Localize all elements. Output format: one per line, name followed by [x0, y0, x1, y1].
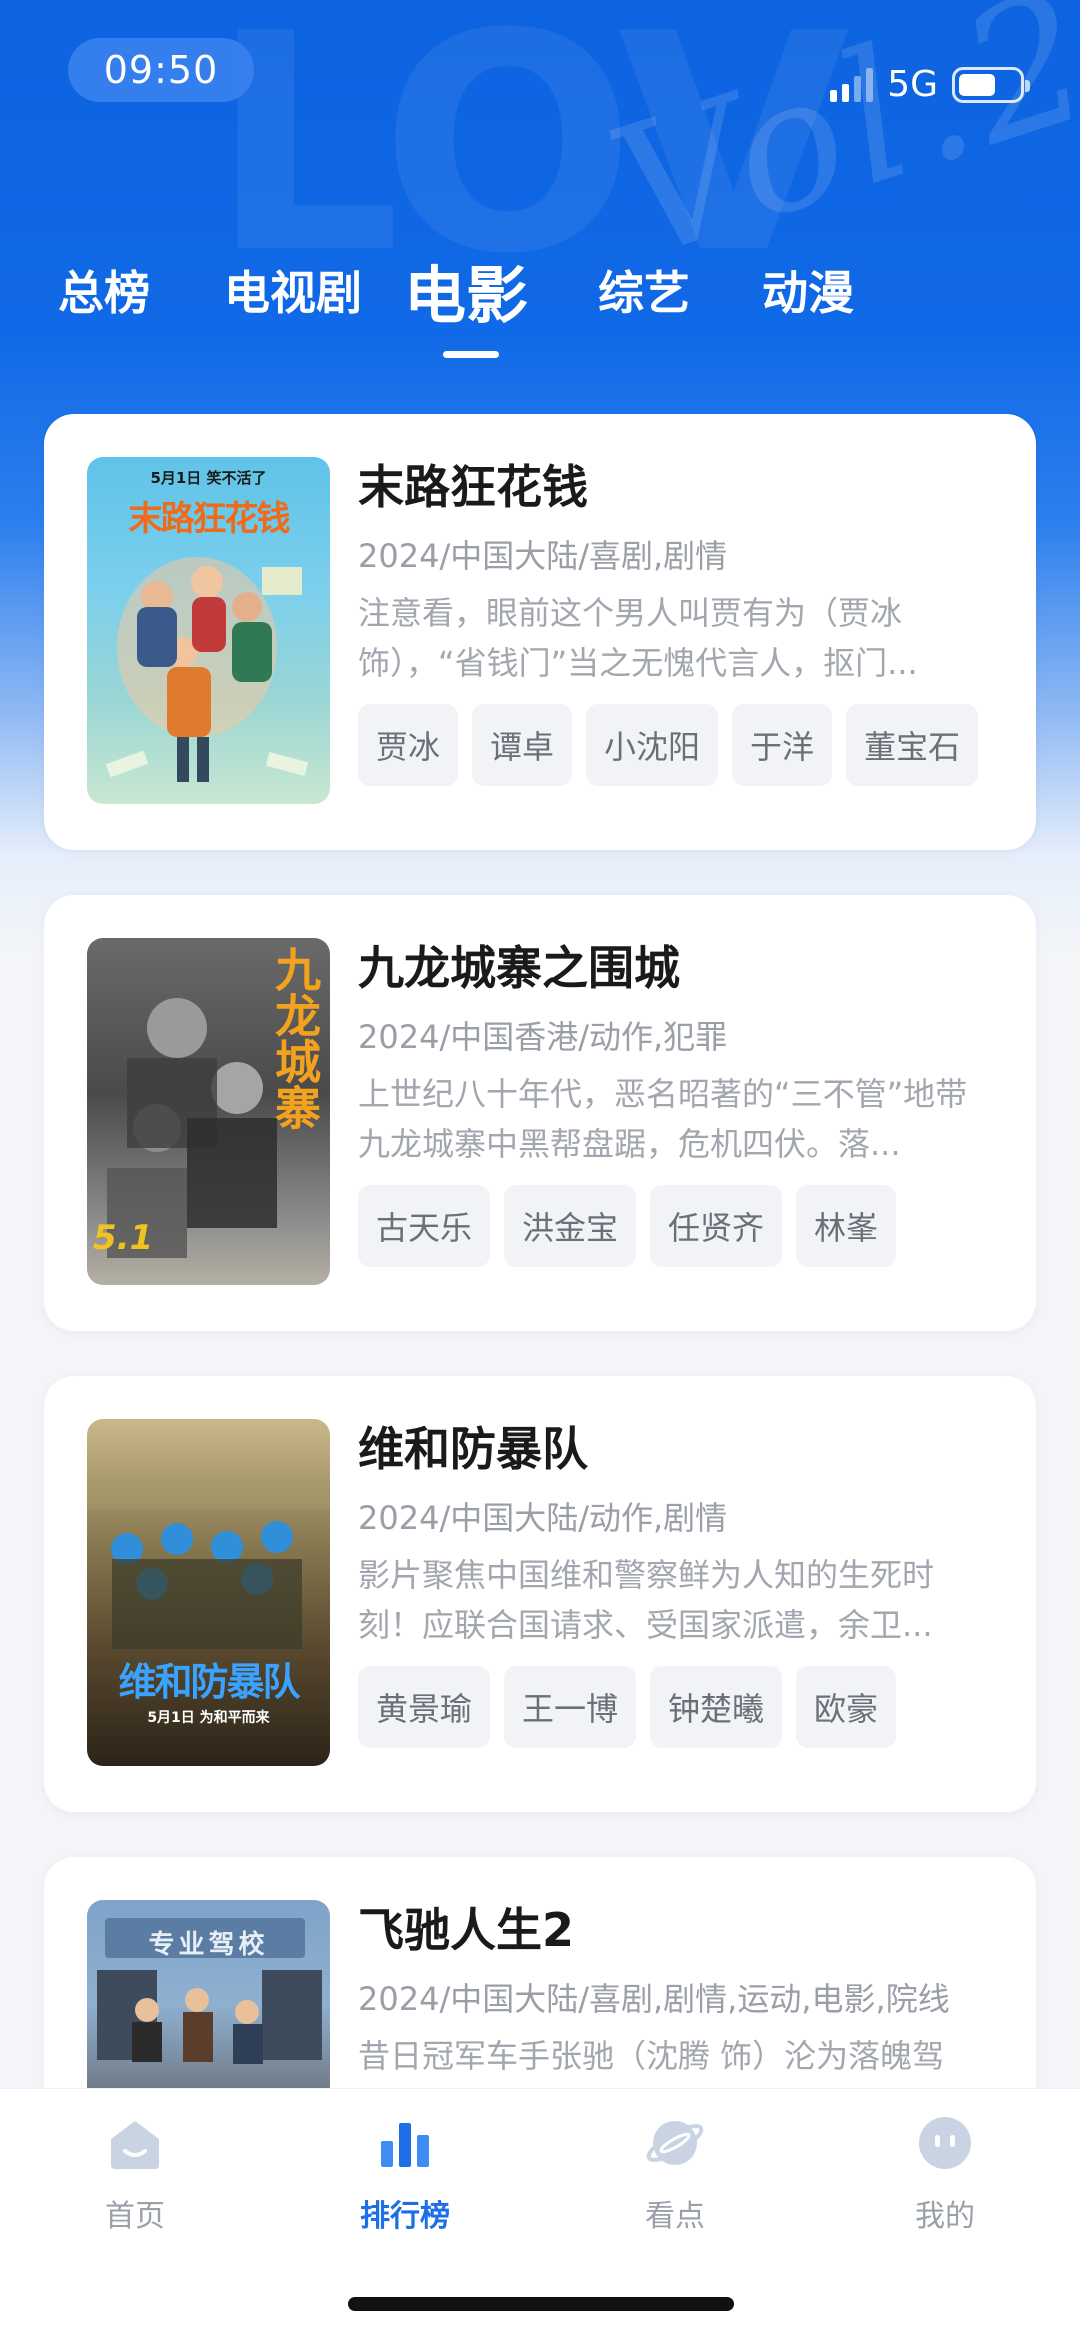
tab-variety[interactable]: 综艺	[598, 240, 690, 340]
poster-title-art: 维和防暴队	[118, 1660, 300, 1704]
movie-poster[interactable]: 九龙城寨 5.1	[87, 938, 330, 1285]
movie-meta: 2024/中国香港/动作,犯罪	[358, 1018, 728, 1056]
cast-tag[interactable]: 欧豪	[796, 1666, 897, 1748]
movie-title[interactable]: 维和防暴队	[358, 1416, 996, 1482]
nav-profile-label: 我的	[915, 2199, 975, 2234]
movie-card-1[interactable]: 5月1日 笑不活了 末路狂花钱 末路狂花钱 2024/中国大陆/喜剧,剧情 注意…	[44, 414, 1036, 850]
home-icon	[105, 2113, 165, 2173]
nav-profile[interactable]: 我的	[855, 2113, 1035, 2243]
movie-poster[interactable]: 5月1日 笑不活了 末路狂花钱	[87, 457, 330, 804]
movie-title[interactable]: 九龙城寨之围城	[358, 935, 996, 1001]
cast-tags: 黄景瑜 王一博 钟楚曦 欧豪	[358, 1666, 996, 1748]
cast-tag[interactable]: 小沈阳	[586, 704, 719, 786]
movie-meta: 2024/中国大陆/动作,剧情	[358, 1499, 728, 1537]
cast-tags: 贾冰 谭卓 小沈阳 于洋 董宝石	[358, 704, 996, 786]
movie-info: 末路狂花钱 2024/中国大陆/喜剧,剧情 注意看，眼前这个男人叫贾有为（贾冰饰…	[358, 454, 996, 786]
nav-highlights-label: 看点	[645, 2199, 705, 2234]
nav-home[interactable]: 首页	[45, 2113, 225, 2243]
cast-tag[interactable]: 钟楚曦	[650, 1666, 783, 1748]
movie-title[interactable]: 末路狂花钱	[358, 454, 996, 520]
cast-tag[interactable]: 洪金宝	[504, 1185, 637, 1267]
network-type: 5G	[887, 64, 938, 105]
cast-tag[interactable]: 王一博	[504, 1666, 637, 1748]
screen: LOV Vol.2 09:50 5G 总榜 电视剧 电影 综艺 动漫 5月1日 …	[0, 0, 1080, 2339]
profile-face-icon	[915, 2113, 975, 2173]
battery-icon	[952, 66, 1030, 103]
movie-card-3[interactable]: 维和防暴队 5月1日 为和平而来 维和防暴队 2024/中国大陆/动作,剧情 影…	[44, 1376, 1036, 1812]
cast-tag[interactable]: 谭卓	[472, 704, 573, 786]
nav-home-label: 首页	[105, 2199, 165, 2234]
tab-active-indicator	[443, 351, 499, 358]
home-indicator[interactable]	[348, 2297, 734, 2311]
movie-meta: 2024/中国大陆/喜剧,剧情,运动,电影,院线	[358, 1980, 950, 2018]
movie-title[interactable]: 飞驰人生2	[358, 1897, 996, 1963]
movie-info: 维和防暴队 2024/中国大陆/动作,剧情 影片聚焦中国维和警察鲜为人知的生死时…	[358, 1416, 996, 1748]
cast-tag[interactable]: 于洋	[732, 704, 833, 786]
cast-tag[interactable]: 黄景瑜	[358, 1666, 491, 1748]
nav-rankings[interactable]: 排行榜	[315, 2113, 495, 2243]
cast-tag[interactable]: 古天乐	[358, 1185, 491, 1267]
poster-title-art: 九龙城寨	[268, 946, 322, 1130]
category-tabs: 总榜 电视剧 电影 综艺 动漫	[58, 240, 1022, 360]
cast-tag[interactable]: 任贤齐	[650, 1185, 783, 1267]
nav-highlights[interactable]: 看点	[585, 2113, 765, 2243]
bar-chart-icon	[375, 2113, 435, 2173]
nav-rankings-label: 排行榜	[360, 2199, 450, 2234]
status-time: 09:50	[68, 38, 254, 102]
cast-tags: 古天乐 洪金宝 任贤齐 林峯	[358, 1185, 996, 1267]
poster-caption: 5月1日 为和平而来	[147, 1710, 270, 1726]
cast-tag[interactable]: 贾冰	[358, 704, 459, 786]
signal-icon	[830, 67, 874, 102]
movie-poster[interactable]: 维和防暴队 5月1日 为和平而来	[87, 1419, 330, 1766]
planet-icon	[645, 2113, 705, 2173]
tab-tv-series[interactable]: 电视剧	[224, 240, 362, 340]
movie-description: 影片聚焦中国维和警察鲜为人知的生死时刻！应联合国请求、受国家派遣，余卫...	[358, 1556, 935, 1644]
status-indicators: 5G	[830, 64, 1030, 105]
movie-card-2[interactable]: 九龙城寨 5.1 九龙城寨之围城 2024/中国香港/动作,犯罪 上世纪八十年代…	[44, 895, 1036, 1331]
poster-artwork	[105, 557, 309, 782]
tab-movies[interactable]: 电影	[404, 240, 528, 340]
poster-caption: 5.1	[93, 1218, 154, 1258]
movie-description: 注意看，眼前这个男人叫贾有为（贾冰饰），“省钱门”当之无愧代言人，抠门...	[358, 594, 918, 682]
tab-anime[interactable]: 动漫	[762, 240, 854, 340]
movie-description: 上世纪八十年代，恶名昭著的“三不管”地带九龙城寨中黑帮盘踞，危机四伏。落...	[358, 1075, 968, 1163]
movie-info: 九龙城寨之围城 2024/中国香港/动作,犯罪 上世纪八十年代，恶名昭著的“三不…	[358, 935, 996, 1267]
tab-overall[interactable]: 总榜	[58, 240, 150, 340]
cast-tag[interactable]: 林峯	[796, 1185, 897, 1267]
movie-meta: 2024/中国大陆/喜剧,剧情	[358, 537, 728, 575]
cast-tag[interactable]: 董宝石	[846, 704, 979, 786]
